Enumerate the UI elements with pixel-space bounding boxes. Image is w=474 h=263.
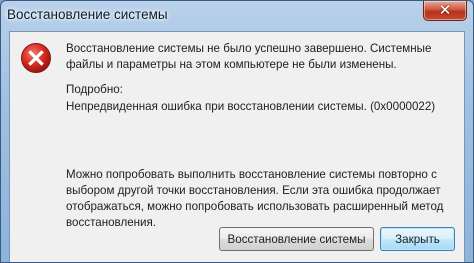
title-bar[interactable]: Восстановление системы ✕ <box>1 1 473 31</box>
close-button[interactable]: Закрыть <box>380 227 455 251</box>
hint-text: Можно попробовать выполнить восстановлен… <box>66 168 444 229</box>
details-label: Подробно: <box>66 83 123 96</box>
system-restore-button[interactable]: Восстановление системы <box>219 227 374 251</box>
error-message: Восстановление системы не было успешно з… <box>66 42 432 71</box>
dialog-body: Восстановление системы не было успешно з… <box>9 31 465 262</box>
error-icon <box>21 43 51 73</box>
window-close-button[interactable]: ✕ <box>423 1 467 21</box>
details-text: Непредвиденная ошибка при восстановлении… <box>66 100 436 113</box>
window-title: Восстановление системы <box>7 7 168 22</box>
close-icon: ✕ <box>438 1 452 19</box>
dialog-window: Восстановление системы ✕ Восстановление … <box>0 0 474 263</box>
